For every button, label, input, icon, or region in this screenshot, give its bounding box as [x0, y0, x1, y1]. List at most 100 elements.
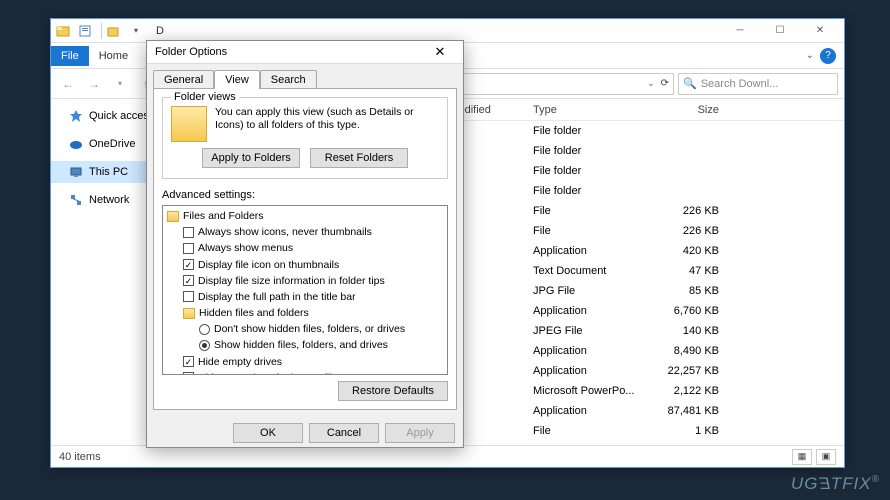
dialog-title: Folder Options: [155, 46, 227, 58]
cell-type: Application: [533, 365, 653, 377]
folder-options-dialog: Folder Options ✕ General View Search Fol…: [146, 40, 464, 448]
tree-folder: Files and Folders: [163, 208, 447, 224]
status-item-count: 40 items: [59, 451, 101, 463]
close-button[interactable]: ✕: [800, 20, 840, 42]
checkbox-icon: ✓: [183, 372, 194, 375]
dialog-close-button[interactable]: ✕: [425, 41, 455, 63]
tab-file[interactable]: File: [51, 46, 89, 66]
dialog-footer: OK Cancel Apply: [147, 417, 463, 449]
cell-type: JPEG File: [533, 325, 653, 337]
folder-views-text: You can apply this view (such as Details…: [215, 106, 439, 142]
dialog-titlebar[interactable]: Folder Options ✕: [147, 41, 463, 64]
qat-dropdown-icon[interactable]: ▾: [128, 23, 144, 39]
cell-size: 6,760 KB: [653, 305, 733, 317]
cell-type: File folder: [533, 125, 653, 137]
checkbox-option[interactable]: ✓ Hide empty drives: [163, 354, 447, 370]
tab-view[interactable]: View: [214, 70, 260, 89]
option-label: Files and Folders: [183, 209, 264, 223]
cell-type: Text Document: [533, 265, 653, 277]
nav-label: Quick access: [89, 110, 154, 122]
ok-button[interactable]: OK: [233, 423, 303, 443]
quick-access-toolbar: ▾: [55, 23, 148, 39]
folder-icon: [167, 211, 179, 222]
tab-search[interactable]: Search: [260, 70, 317, 89]
new-folder-icon[interactable]: [106, 23, 122, 39]
search-icon: 🔍: [683, 77, 697, 90]
nav-back-button[interactable]: ←: [57, 73, 79, 95]
tree-folder: Hidden files and folders: [163, 305, 447, 321]
folder-views-group: Folder views You can apply this view (su…: [162, 97, 448, 179]
dialog-view-page: Folder views You can apply this view (su…: [153, 88, 457, 410]
column-type[interactable]: Type: [533, 104, 653, 116]
checkbox-option[interactable]: ✓ Hide extensions for known file types: [163, 370, 447, 375]
star-icon: [69, 109, 83, 123]
checkbox-icon: [183, 227, 194, 238]
view-large-icons-button[interactable]: ▣: [816, 449, 836, 465]
option-label: Hidden files and folders: [199, 306, 309, 320]
cell-type: Application: [533, 405, 653, 417]
cell-type: Microsoft PowerPo...: [533, 385, 653, 397]
cell-size: 140 KB: [653, 325, 733, 337]
checkbox-option[interactable]: Always show menus: [163, 240, 447, 256]
cell-size: 1 KB: [653, 425, 733, 437]
column-size[interactable]: Size: [653, 104, 733, 116]
cell-size: 85 KB: [653, 285, 733, 297]
tab-general[interactable]: General: [153, 70, 214, 89]
refresh-icon[interactable]: ⟳: [661, 78, 669, 89]
radio-icon: [199, 324, 210, 335]
nav-forward-button[interactable]: →: [83, 73, 105, 95]
maximize-button[interactable]: ☐: [760, 20, 800, 42]
option-label: Display file icon on thumbnails: [198, 258, 339, 272]
pc-icon: [69, 165, 83, 179]
cell-size: 2,122 KB: [653, 385, 733, 397]
nav-label: This PC: [89, 166, 128, 178]
reset-folders-button[interactable]: Reset Folders: [310, 148, 408, 168]
cell-type: File folder: [533, 185, 653, 197]
apply-button[interactable]: Apply: [385, 423, 455, 443]
option-label: Hide extensions for known file types: [198, 371, 366, 375]
folder-icon: [183, 308, 195, 319]
checkbox-option[interactable]: Display the full path in the title bar: [163, 289, 447, 305]
checkbox-icon: [183, 291, 194, 302]
restore-defaults-button[interactable]: Restore Defaults: [338, 381, 448, 401]
ribbon-collapse-icon[interactable]: ⌄: [806, 50, 814, 61]
checkbox-icon: ✓: [183, 275, 194, 286]
tab-home[interactable]: Home: [89, 46, 138, 66]
nav-label: Network: [89, 194, 129, 206]
window-title: D: [156, 25, 164, 37]
radio-option[interactable]: Don't show hidden files, folders, or dri…: [163, 321, 447, 337]
checkbox-icon: ✓: [183, 356, 194, 367]
option-label: Hide empty drives: [198, 355, 282, 369]
radio-option[interactable]: Show hidden files, folders, and drives: [163, 337, 447, 353]
nav-recent-dropdown[interactable]: ▾: [109, 73, 131, 95]
option-label: Display the full path in the title bar: [198, 290, 356, 304]
checkbox-option[interactable]: ✓Display file icon on thumbnails: [163, 257, 447, 273]
advanced-settings-list[interactable]: Files and FoldersAlways show icons, neve…: [162, 205, 448, 375]
search-input[interactable]: 🔍 Search Downl...: [678, 73, 838, 95]
checkbox-option[interactable]: ✓ Display file size information in folder…: [163, 273, 447, 289]
checkbox-option[interactable]: Always show icons, never thumbnails: [163, 224, 447, 240]
properties-icon[interactable]: [77, 23, 93, 39]
minimize-button[interactable]: ─: [720, 20, 760, 42]
cell-type: File: [533, 225, 653, 237]
address-dropdown-icon[interactable]: ⌄: [647, 78, 655, 89]
option-label: Show hidden files, folders, and drives: [214, 338, 388, 352]
folder-views-icon: [171, 106, 207, 142]
help-icon[interactable]: ?: [820, 48, 836, 64]
cell-size: 420 KB: [653, 245, 733, 257]
advanced-settings-label: Advanced settings:: [162, 189, 448, 201]
watermark: UGETFIX®: [791, 474, 880, 494]
radio-icon: [199, 340, 210, 351]
apply-to-folders-button[interactable]: Apply to Folders: [202, 148, 300, 168]
cell-type: File folder: [533, 145, 653, 157]
option-label: Always show menus: [198, 241, 293, 255]
option-label: Display file size information in folder …: [198, 274, 385, 288]
cell-type: Application: [533, 305, 653, 317]
cell-type: Application: [533, 345, 653, 357]
cell-type: JPG File: [533, 285, 653, 297]
cell-type: File folder: [533, 165, 653, 177]
cell-size: 226 KB: [653, 205, 733, 217]
cancel-button[interactable]: Cancel: [309, 423, 379, 443]
view-details-button[interactable]: ▦: [792, 449, 812, 465]
cloud-icon: [69, 137, 83, 151]
